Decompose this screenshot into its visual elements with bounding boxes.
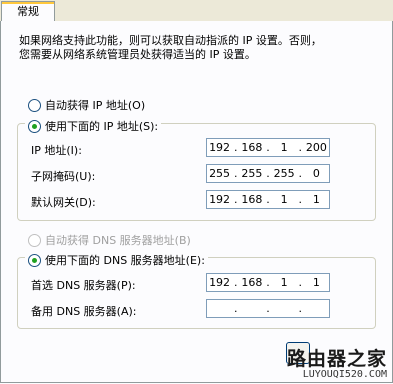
octet: 192 (209, 141, 231, 154)
manual-dns-label: 使用下面的 DNS 服务器地址(E): (45, 254, 205, 267)
radio-off-icon (28, 98, 41, 112)
octet: 192 (209, 276, 231, 289)
manual-ip-radio[interactable]: 使用下面的 IP 地址(S): (25, 118, 162, 134)
tab-bar: 常规 (0, 0, 393, 22)
octet: 192 (209, 193, 231, 206)
octet: 1 (312, 193, 320, 206)
ip-address-input[interactable]: 192. 168. 1. 200 (206, 138, 330, 157)
octet: 1 (280, 141, 288, 154)
tab-general[interactable]: 常规 (1, 1, 55, 22)
radio-off-icon (28, 233, 41, 247)
manual-dns-radio[interactable]: 使用下面的 DNS 服务器地址(E): (25, 252, 208, 268)
auto-dns-label: 自动获得 DNS 服务器地址(B) (45, 234, 191, 247)
octet: 255 (209, 167, 231, 180)
octet: 255 (273, 167, 295, 180)
auto-ip-radio[interactable]: 自动获得 IP 地址(O) (28, 97, 145, 113)
auto-dns-radio: 自动获得 DNS 服务器地址(B) (28, 232, 191, 248)
preferred-dns-label: 首选 DNS 服务器(P): (31, 279, 136, 292)
watermark: 路由器之家 LUYOUQI520.COM (287, 344, 387, 380)
auto-ip-label: 自动获得 IP 地址(O) (45, 99, 146, 112)
description-line-2: 您需要从网络系统管理员处获得适当的 IP 设置。 (19, 48, 256, 61)
octet: 200 (305, 141, 327, 154)
radio-on-icon (28, 119, 41, 133)
octet: 168 (241, 193, 263, 206)
octet: 168 (241, 276, 263, 289)
preferred-dns-input[interactable]: 192. 168. 1. 1 (206, 273, 330, 292)
octet: 1 (280, 193, 288, 206)
subnet-mask-label: 子网掩码(U): (31, 170, 96, 183)
octet: 1 (312, 276, 320, 289)
manual-ip-label: 使用下面的 IP 地址(S): (45, 120, 159, 133)
description-line-1: 如果网络支持此功能，则可以获取自动指派的 IP 设置。否则， (19, 34, 322, 47)
watermark-title: 路由器之家 (286, 348, 387, 370)
ip-address-label: IP 地址(I): (31, 144, 82, 157)
subnet-mask-input[interactable]: 255. 255. 255. 0 (206, 164, 330, 183)
default-gateway-label: 默认网关(D): (31, 196, 96, 209)
octet: 168 (241, 141, 263, 154)
octet: 0 (312, 167, 320, 180)
octet: 255 (241, 167, 263, 180)
default-gateway-input[interactable]: 192. 168. 1. 1 (206, 190, 330, 209)
alternate-dns-label: 备用 DNS 服务器(A): (31, 305, 137, 318)
alternate-dns-input[interactable]: . . . (206, 299, 330, 318)
description-text: 如果网络支持此功能，则可以获取自动指派的 IP 设置。否则， 您需要从网络系统管… (19, 34, 379, 62)
octet: 1 (280, 276, 288, 289)
radio-on-icon (28, 253, 41, 267)
